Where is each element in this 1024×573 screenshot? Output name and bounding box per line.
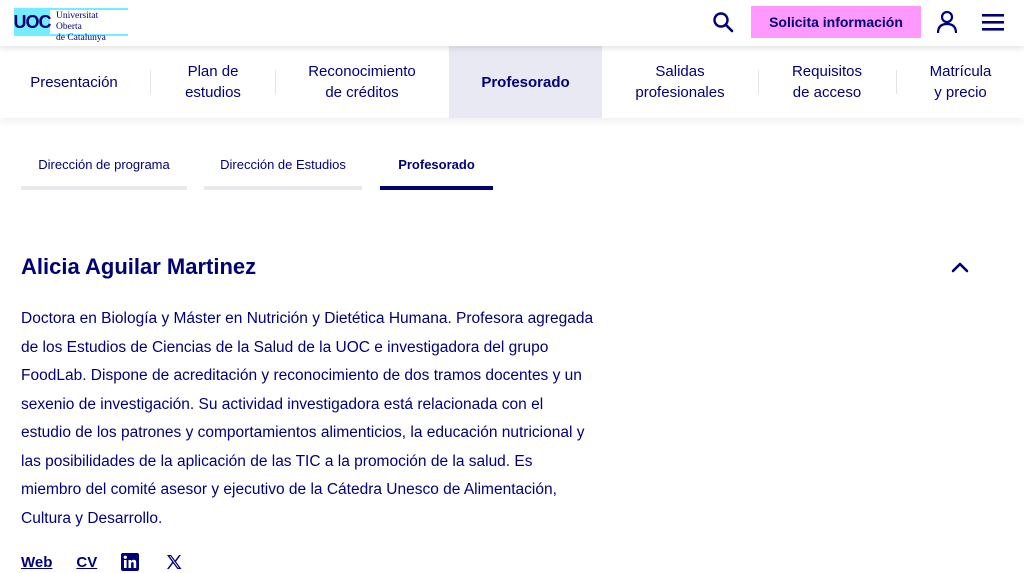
nav-item-requisitos[interactable]: Requisitos de acceso — [759, 46, 895, 118]
site-header: UOC Universitat Oberta de Catalunya Soli… — [0, 0, 1024, 46]
professor-bio: Doctora en Biología y Máster en Nutrició… — [21, 310, 594, 527]
nav-item-label: Requisitos de acceso — [791, 63, 863, 101]
profile-links: Web CV — [21, 550, 209, 573]
nav-item-label: Matrícula y precio — [929, 63, 992, 101]
nav-item-label: Reconocimiento de créditos — [308, 63, 416, 101]
subtab-label: Dirección de Estudios — [220, 157, 346, 172]
chevron-up-icon[interactable] — [950, 260, 970, 274]
x-twitter-icon[interactable] — [165, 553, 183, 571]
uoc-logo[interactable]: UOC Universitat Oberta de Catalunya — [14, 8, 128, 43]
search-icon[interactable] — [712, 11, 734, 33]
nav-item-label: Profesorado — [481, 73, 570, 91]
professor-name: Alicia Aguilar Martinez — [21, 254, 257, 279]
subtab-profesorado[interactable]: Profesorado — [380, 150, 493, 190]
nav-divider — [150, 70, 151, 94]
nav-item-profesorado[interactable]: Profesorado — [449, 46, 602, 118]
request-info-button[interactable]: Solicita información — [751, 6, 921, 38]
nav-item-label: Salidas profesionales — [635, 63, 725, 101]
subtab-direccion-programa[interactable]: Dirección de programa — [21, 150, 187, 190]
logo-line-2: de Catalunya — [56, 33, 106, 43]
nav-item-matricula[interactable]: Matrícula y precio — [897, 46, 1024, 118]
nav-item-salidas-profesionales[interactable]: Salidas profesionales — [602, 46, 758, 118]
subtab-label: Dirección de programa — [38, 157, 170, 172]
subtab-label: Profesorado — [398, 157, 475, 172]
section-nav: Presentación Plan de estudios Reconocimi… — [0, 46, 1024, 118]
nav-item-label: Presentación — [30, 73, 118, 91]
logo-mark: UOC — [14, 8, 52, 36]
subtab-direccion-estudios[interactable]: Dirección de Estudios — [204, 150, 362, 190]
linkedin-icon[interactable] — [121, 553, 140, 571]
nav-item-label: Plan de estudios — [185, 63, 241, 101]
nav-item-plan-de-estudios[interactable]: Plan de estudios — [152, 46, 274, 118]
logo-line-1: Universitat Oberta — [56, 11, 99, 32]
cv-link[interactable]: CV — [76, 554, 97, 571]
web-link[interactable]: Web — [21, 554, 52, 571]
nav-item-presentacion[interactable]: Presentación — [0, 46, 148, 118]
menu-icon[interactable] — [982, 12, 1004, 32]
logo-text: Universitat Oberta de Catalunya — [50, 8, 128, 43]
nav-item-reconocimiento[interactable]: Reconocimiento de créditos — [276, 46, 448, 118]
user-icon[interactable] — [936, 10, 958, 34]
